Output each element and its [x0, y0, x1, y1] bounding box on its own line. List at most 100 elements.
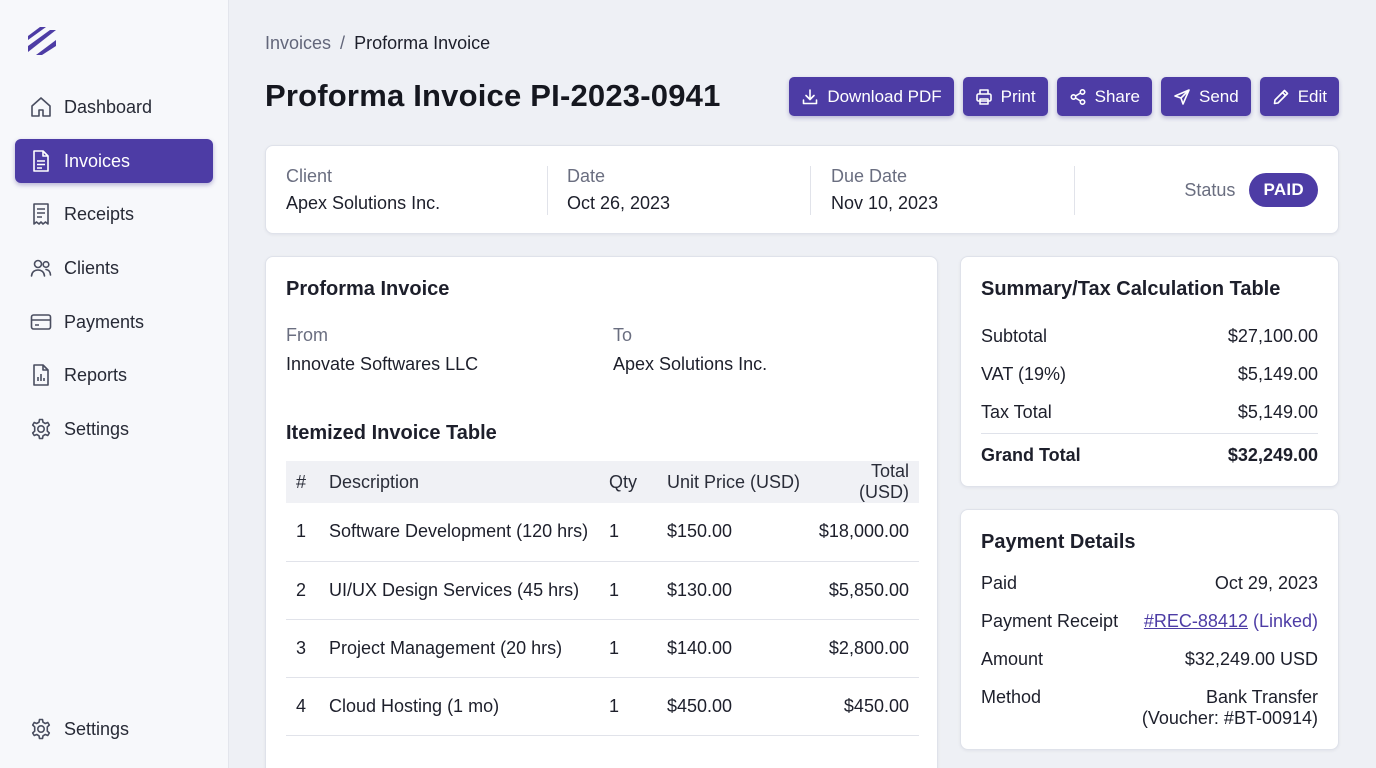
sidebar-item-payments[interactable]: Payments	[15, 300, 213, 344]
method-label: Method	[981, 687, 1042, 707]
sidebar-item-label: Settings	[64, 718, 130, 739]
paid-row: Paid Oct 29, 2023	[981, 573, 1318, 594]
table-cell: 1	[609, 503, 667, 562]
table-row: 3 Project Management (20 hrs) 1 $140.00 …	[286, 619, 919, 678]
status-label: Status	[1184, 179, 1236, 200]
send-button[interactable]: Send	[1161, 77, 1251, 116]
table-cell: Software Development (120 hrs)	[329, 503, 609, 562]
sidebar-item-clients[interactable]: Clients	[15, 246, 213, 290]
to-party: To Apex Solutions Inc.	[613, 325, 767, 375]
divider	[981, 433, 1318, 434]
table-cell: UI/UX Design Services (45 hrs)	[329, 561, 609, 620]
print-button[interactable]: Print	[962, 77, 1048, 116]
breadcrumb-parent-link[interactable]: Invoices	[265, 33, 331, 53]
download-pdf-label: Download PDF	[827, 86, 942, 106]
column-header: Description	[329, 471, 420, 492]
document-icon	[29, 149, 53, 173]
sidebar-item-label: Payments	[64, 311, 145, 332]
invoice-card: Proforma Invoice From Innovate Softwares…	[265, 256, 938, 768]
sidebar-item-receipts[interactable]: Receipts	[15, 192, 213, 236]
method-name: Bank Transfer	[1205, 687, 1318, 707]
sidebar-item-label: Clients	[64, 257, 120, 278]
payment-card-title: Payment Details	[981, 531, 1136, 553]
breadcrumb: Invoices / Proforma Invoice	[265, 33, 490, 54]
table-cell: 1	[609, 619, 667, 678]
gear-icon	[29, 417, 53, 441]
voucher-reference: (Voucher: #BT-00914)	[1141, 708, 1318, 728]
due-date-label: Due Date	[831, 166, 908, 186]
summary-card-title: Summary/Tax Calculation Table	[981, 278, 1281, 300]
receipt-link[interactable]: #REC-88412	[1144, 611, 1248, 631]
items-table-title: Itemized Invoice Table	[286, 422, 497, 444]
sidebar-item-label: Reports	[64, 364, 128, 385]
download-pdf-button[interactable]: Download PDF	[789, 77, 954, 116]
table-cell: $130.00	[667, 561, 817, 620]
paid-label: Paid	[981, 573, 1018, 593]
method-row: Method Bank Transfer (Voucher: #BT-00914…	[981, 687, 1318, 729]
divider	[1074, 166, 1075, 215]
payment-receipt-row: Payment Receipt #REC-88412 (Linked)	[981, 611, 1318, 632]
table-cell: $18,000.00	[817, 503, 919, 562]
paid-value: Oct 29, 2023	[1214, 573, 1318, 593]
download-icon	[801, 88, 819, 106]
to-value: Apex Solutions Inc.	[613, 354, 768, 374]
edit-button[interactable]: Edit	[1259, 77, 1339, 116]
grand-total-value: $32,249.00	[1227, 445, 1318, 465]
column-header: Unit Price (USD)	[667, 471, 801, 492]
from-value: Innovate Softwares LLC	[286, 354, 479, 374]
table-row: 2 UI/UX Design Services (45 hrs) 1 $130.…	[286, 561, 919, 620]
receipt-linked-note: (Linked)	[1247, 611, 1318, 631]
edit-label: Edit	[1297, 86, 1327, 106]
amount-label: Amount	[981, 649, 1044, 669]
payment-details-card: Payment Details Paid Oct 29, 2023 Paymen…	[960, 509, 1339, 750]
divider	[810, 166, 811, 215]
share-icon	[1069, 88, 1087, 106]
sidebar-footer-settings[interactable]: Settings	[15, 707, 213, 751]
tax-total-row: Tax Total $5,149.00	[981, 402, 1318, 423]
sidebar-item-reports[interactable]: Reports	[15, 353, 213, 397]
payment-receipt-label: Payment Receipt	[981, 611, 1119, 631]
summary-card: Summary/Tax Calculation Table Subtotal $…	[960, 256, 1339, 487]
sidebar-item-invoices[interactable]: Invoices	[15, 139, 213, 183]
tax-total-label: Tax Total	[981, 402, 1052, 422]
method-value: Bank Transfer (Voucher: #BT-00914)	[1142, 687, 1318, 729]
from-label: From	[286, 325, 328, 345]
breadcrumb-current: Proforma Invoice	[354, 33, 491, 53]
users-icon	[29, 256, 53, 280]
send-label: Send	[1199, 86, 1239, 106]
share-button[interactable]: Share	[1056, 77, 1152, 116]
table-cell: 1	[286, 503, 329, 562]
date-field: Date Oct 26, 2023	[567, 166, 670, 214]
brand-logo-icon[interactable]	[26, 24, 58, 58]
amount-value: $32,249.00 USD	[1184, 649, 1318, 669]
client-field: Client Apex Solutions Inc.	[286, 166, 440, 214]
table-cell: $2,800.00	[817, 619, 919, 678]
share-label: Share	[1094, 86, 1140, 106]
sidebar: Dashboard Invoices Receipts Clients Paym…	[0, 0, 229, 768]
table-row: 1 Software Development (120 hrs) 1 $150.…	[286, 503, 919, 562]
subtotal-row: Subtotal $27,100.00	[981, 326, 1318, 347]
date-value: Oct 26, 2023	[567, 193, 671, 213]
sidebar-item-dashboard[interactable]: Dashboard	[15, 85, 213, 129]
grand-total-label: Grand Total	[981, 445, 1081, 465]
sidebar-item-settings[interactable]: Settings	[15, 407, 213, 451]
amount-row: Amount $32,249.00 USD	[981, 649, 1318, 670]
vat-label: VAT (19%)	[981, 364, 1067, 384]
vat-value: $5,149.00	[1237, 364, 1318, 384]
status-badge: PAID	[1249, 173, 1318, 207]
table-header-row: # Description Qty Unit Price (USD) Total…	[286, 461, 919, 503]
due-date-field: Due Date Nov 10, 2023	[831, 166, 938, 214]
breadcrumb-separator: /	[340, 33, 346, 53]
table-row: 4 Cloud Hosting (1 mo) 1 $450.00 $450.00	[286, 677, 919, 736]
toolbar: Download PDF Print Share Send Edit	[789, 77, 1339, 116]
column-header: #	[296, 471, 307, 492]
pencil-icon	[1272, 88, 1290, 106]
table-cell: 4	[286, 677, 329, 736]
table-cell: 1	[609, 561, 667, 620]
from-party: From Innovate Softwares LLC	[286, 325, 478, 375]
table-cell: $450.00	[667, 677, 817, 736]
due-date-value: Nov 10, 2023	[831, 193, 939, 213]
print-label: Print	[1000, 86, 1036, 106]
subtotal-label: Subtotal	[981, 326, 1048, 346]
table-cell: $140.00	[667, 619, 817, 678]
